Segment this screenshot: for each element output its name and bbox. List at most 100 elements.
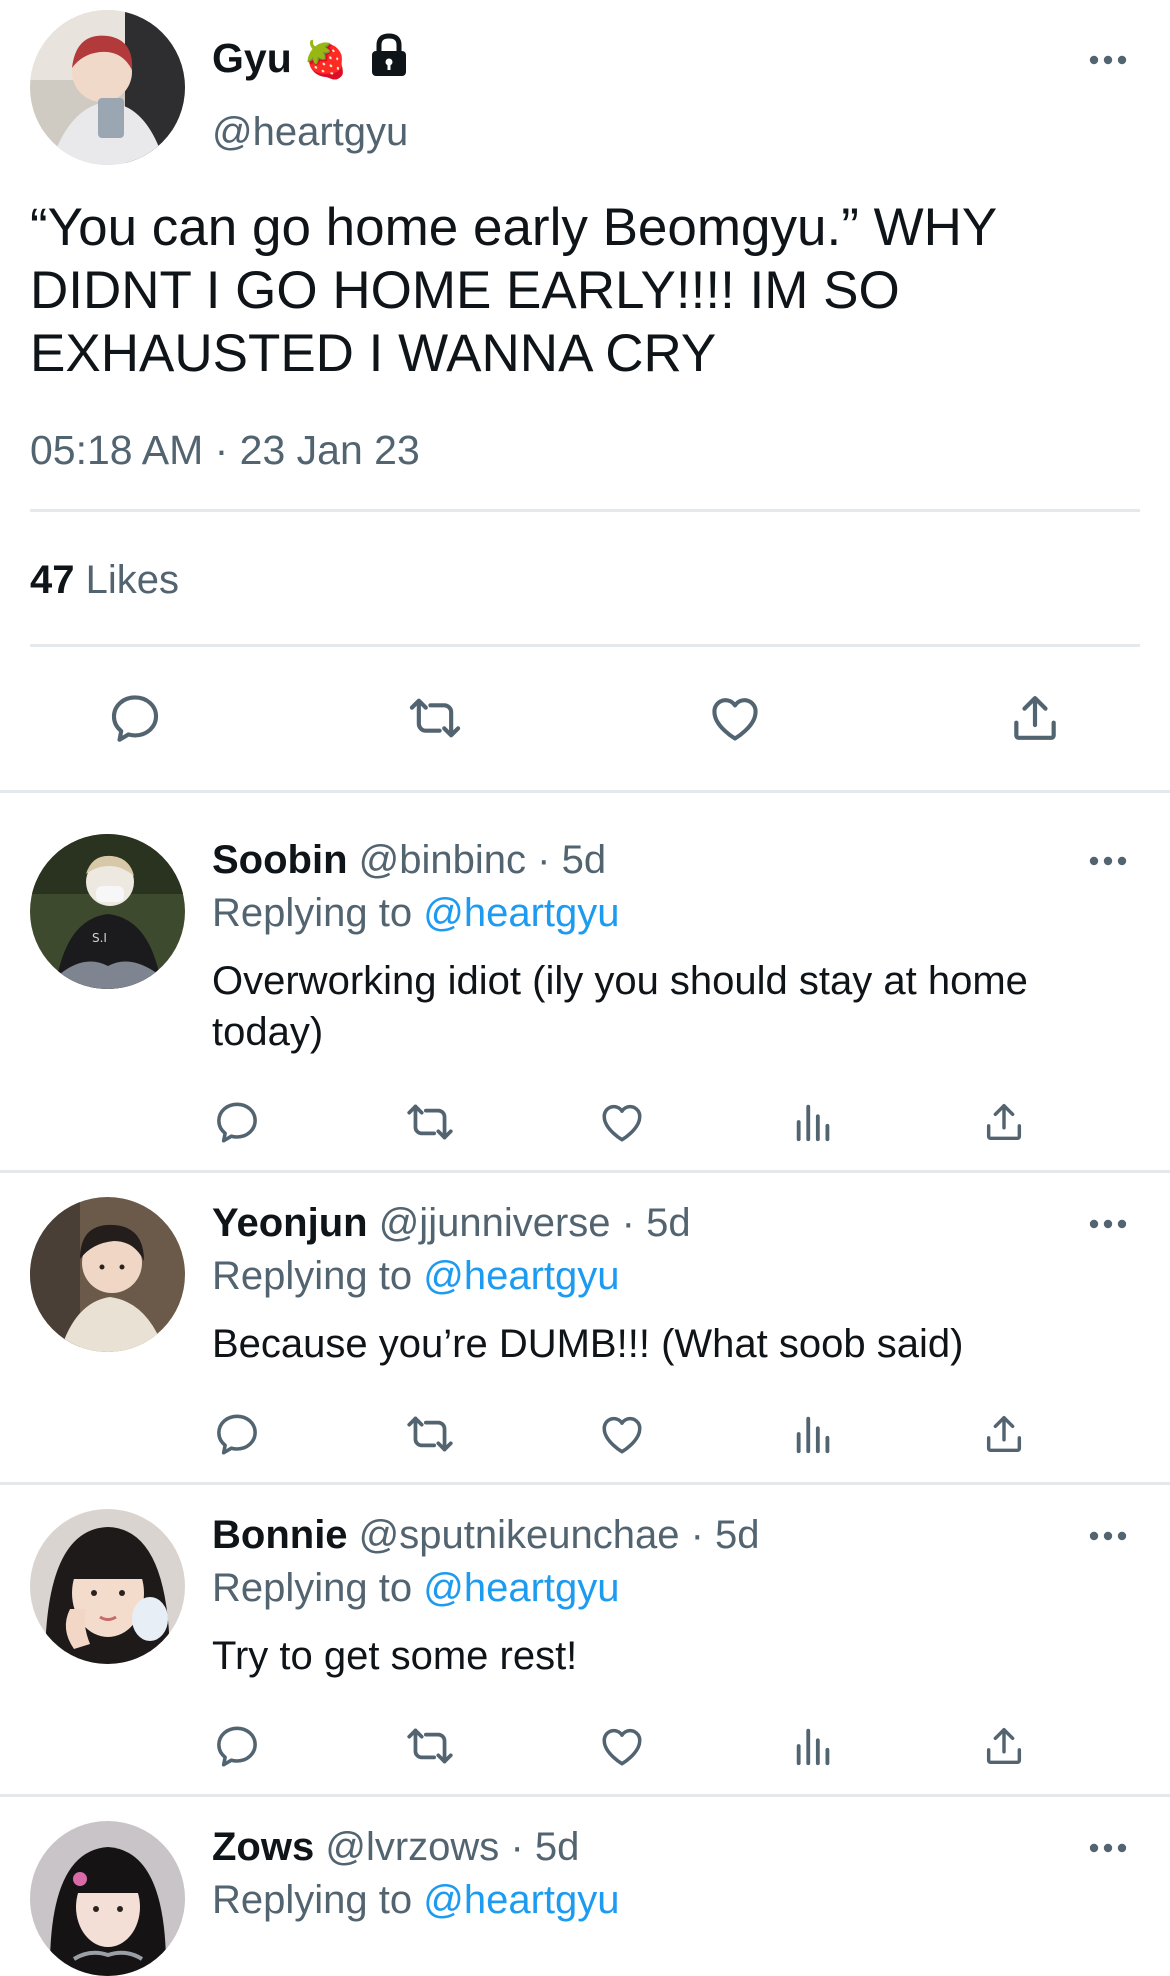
like-button[interactable] (592, 1716, 652, 1776)
like-button[interactable] (705, 688, 765, 748)
likes-count: 47 (30, 558, 75, 602)
retweet-icon (407, 1104, 453, 1140)
like-icon (602, 1104, 642, 1142)
reply-text-line: Overworking idiot (ily you should stay a… (212, 959, 1028, 1003)
share-icon (1014, 696, 1056, 740)
reply-text: Overworking idiot (ily you should stay a… (212, 956, 1142, 1058)
share-button[interactable] (974, 1404, 1034, 1464)
share-icon (986, 1415, 1022, 1453)
display-name[interactable]: Soobin (212, 838, 348, 882)
reply-icon (217, 1102, 257, 1143)
reply-button[interactable] (207, 1404, 267, 1464)
more-icon[interactable] (1086, 1526, 1130, 1546)
lock-icon (368, 32, 410, 78)
reply-age: · 5d (690, 1513, 760, 1557)
analytics-icon (796, 1104, 830, 1142)
mention-link[interactable]: @heartgyu (423, 1878, 619, 1922)
share-icon (986, 1727, 1022, 1765)
analytics-icon (796, 1416, 830, 1454)
more-icon[interactable] (1086, 1838, 1130, 1858)
retweet-button[interactable] (400, 1716, 460, 1776)
timestamp[interactable]: 05:18 AM · 23 Jan 23 (30, 426, 420, 474)
like-icon (602, 1728, 642, 1766)
replying-to: Replying to @heartgyu (212, 1252, 620, 1300)
share-button[interactable] (974, 1092, 1034, 1152)
avatar[interactable] (30, 1197, 185, 1352)
share-button[interactable] (1005, 688, 1065, 748)
mention-link[interactable]: @heartgyu (423, 1254, 619, 1298)
reply-header: Yeonjun @jjunniverse · 5d (212, 1199, 691, 1247)
analytics-button[interactable] (784, 1092, 844, 1152)
more-icon[interactable] (1086, 851, 1130, 871)
divider (0, 1482, 1170, 1485)
reply-text-line: Because you’re DUMB!!! (What soob said) (212, 1322, 964, 1366)
tweet-text-line: EXHAUSTED I WANNA CRY (30, 324, 717, 383)
share-button[interactable] (974, 1716, 1034, 1776)
replying-prefix: Replying to (212, 1566, 413, 1610)
divider (0, 1794, 1170, 1797)
display-name[interactable]: Bonnie (212, 1513, 348, 1557)
divider (0, 790, 1170, 793)
reply-button[interactable] (207, 1716, 267, 1776)
strawberry-emoji: 🍓 (303, 39, 348, 80)
divider (0, 1170, 1170, 1173)
reply-text: Try to get some rest! (212, 1631, 1142, 1682)
retweet-icon (407, 1728, 453, 1764)
reply-text: Because you’re DUMB!!! (What soob said) (212, 1319, 1142, 1370)
display-name[interactable]: Gyu (212, 34, 292, 82)
avatar[interactable] (30, 10, 185, 165)
retweet-button[interactable] (400, 1404, 460, 1464)
svg-text:S.I: S.I (92, 931, 107, 945)
reply-icon (217, 1414, 257, 1455)
handle[interactable]: @sputnikeunchae (359, 1513, 680, 1557)
analytics-button[interactable] (784, 1404, 844, 1464)
retweet-icon (407, 1416, 453, 1452)
handle[interactable]: @binbinc (359, 838, 526, 882)
reply-header: Zows @lvrzows · 5d (212, 1823, 579, 1871)
like-button[interactable] (592, 1404, 652, 1464)
reply-button[interactable] (207, 1092, 267, 1152)
divider (30, 644, 1140, 647)
handle[interactable]: @lvrzows (325, 1825, 499, 1869)
more-icon[interactable] (1086, 1214, 1130, 1234)
tweet-text: “You can go home early Beomgyu.” WHY DID… (30, 196, 1140, 385)
avatar[interactable] (30, 1821, 185, 1976)
share-icon (986, 1103, 1022, 1141)
replying-to: Replying to @heartgyu (212, 889, 620, 937)
mention-link[interactable]: @heartgyu (423, 891, 619, 935)
like-icon (712, 698, 758, 741)
like-button[interactable] (592, 1092, 652, 1152)
reply-age: · 5d (510, 1825, 580, 1869)
reply-button[interactable] (105, 688, 165, 748)
replying-prefix: Replying to (212, 891, 413, 935)
reply-text-line: Try to get some rest! (212, 1634, 578, 1678)
handle[interactable]: @jjunniverse (379, 1201, 611, 1245)
retweet-icon (409, 698, 461, 738)
analytics-button[interactable] (784, 1716, 844, 1776)
reply-icon (217, 1726, 257, 1767)
replying-to: Replying to @heartgyu (212, 1876, 620, 1924)
reply-text-line: today) (212, 1010, 324, 1054)
analytics-icon (796, 1728, 830, 1766)
retweet-button[interactable] (405, 688, 465, 748)
likes-label: Likes (85, 558, 180, 602)
avatar[interactable] (30, 1509, 185, 1664)
more-icon[interactable] (1086, 50, 1130, 70)
reply-age: · 5d (621, 1201, 691, 1245)
reply-icon (111, 695, 159, 742)
display-name[interactable]: Yeonjun (212, 1201, 368, 1245)
display-name[interactable]: Zows (212, 1825, 314, 1869)
replying-to: Replying to @heartgyu (212, 1564, 620, 1612)
tweet-text-line: DIDNT I GO HOME EARLY!!!! IM SO (30, 261, 900, 320)
likes-stat[interactable]: 47 Likes (30, 556, 179, 604)
retweet-button[interactable] (400, 1092, 460, 1152)
mention-link[interactable]: @heartgyu (423, 1566, 619, 1610)
divider (30, 509, 1140, 512)
reply-header: Soobin @binbinc · 5d (212, 836, 606, 884)
avatar[interactable]: S.I (30, 834, 185, 989)
replying-prefix: Replying to (212, 1878, 413, 1922)
handle[interactable]: @heartgyu (212, 108, 408, 156)
tweet-text-line: “You can go home early Beomgyu.” WHY (30, 198, 998, 257)
reply-age: · 5d (537, 838, 607, 882)
replying-prefix: Replying to (212, 1254, 413, 1298)
